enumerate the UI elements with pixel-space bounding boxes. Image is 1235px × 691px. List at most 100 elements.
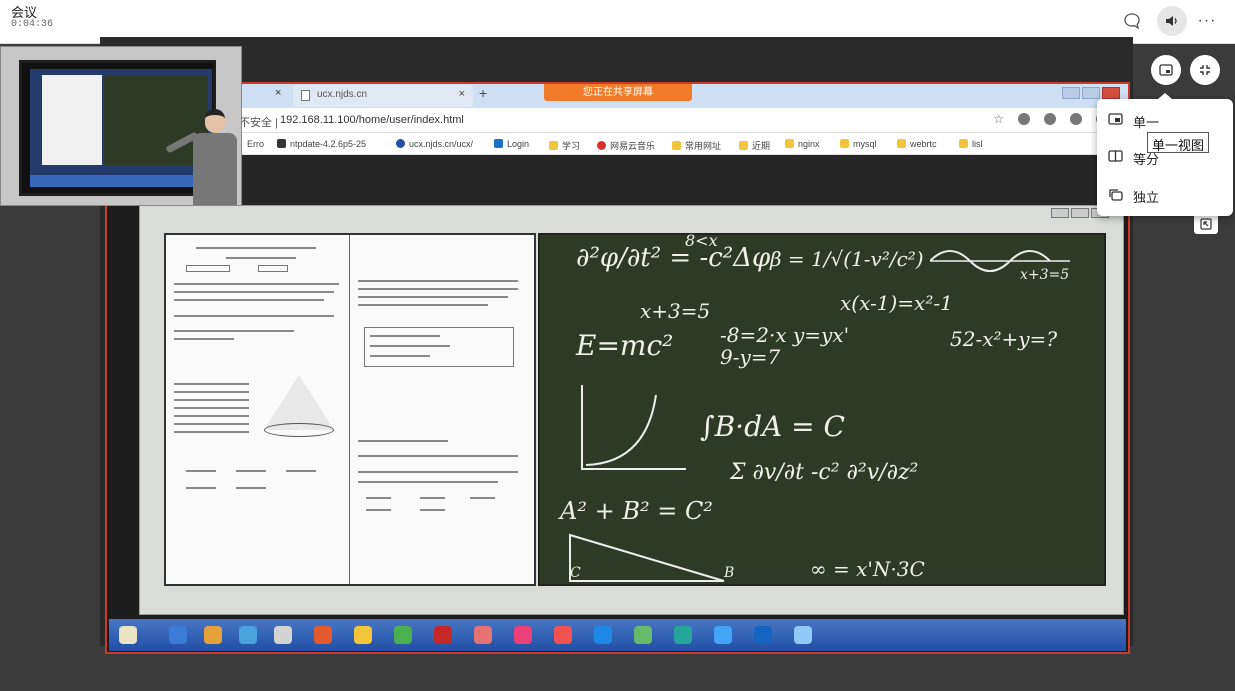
chalk-formula: A² + B² = C² xyxy=(560,497,713,525)
graph-sketch xyxy=(581,385,686,470)
app-icon xyxy=(514,626,532,644)
bookmark-item: ntpdate-4.2.6p5-25 xyxy=(277,139,366,149)
app-icon xyxy=(594,626,612,644)
url-text: 192.168.11.100/home/user/index.html xyxy=(280,114,464,126)
exam-document xyxy=(164,233,536,586)
chalk-formula: 52-x²+y=? xyxy=(950,327,1058,351)
app-icon xyxy=(754,626,772,644)
chalk-formula: 9-y=7 xyxy=(720,345,781,369)
chalk-formula: 8<x xyxy=(685,231,718,250)
browser-extension-icons: ☆ xyxy=(993,113,1108,125)
minimize-icon xyxy=(1062,87,1080,99)
bookmark-item: Login xyxy=(494,139,529,149)
site-icon xyxy=(396,139,405,148)
tab-close-icon: × xyxy=(458,88,465,100)
triangle-sketch xyxy=(569,533,725,582)
new-tab-icon: + xyxy=(479,85,488,101)
bookmark-item: Erro xyxy=(247,139,265,149)
windows-taskbar xyxy=(109,619,1126,651)
security-indicator: 不安全 | xyxy=(239,117,278,129)
folder-icon xyxy=(785,139,794,148)
bookmark-item: lisl xyxy=(959,139,983,149)
start-icon xyxy=(119,626,137,644)
single-view-icon xyxy=(1159,64,1173,76)
chalk-formula: β = 1/√(1-v²/c²) xyxy=(770,247,924,271)
close-icon xyxy=(1102,87,1120,99)
chalk-formula: B xyxy=(724,565,735,581)
folder-icon xyxy=(840,139,849,148)
shared-screen: × ucx.njds.cn × + 您正在共享屏幕 不安全 | 192.168.… xyxy=(105,82,1130,654)
chalk-formula: -8=2·x y=yx' xyxy=(720,323,850,347)
collapse-button[interactable] xyxy=(1190,55,1220,85)
app-icon xyxy=(169,626,187,644)
browser-tab-label: ucx.njds.cn xyxy=(317,89,368,100)
chalk-formula: Σ ∂v/∂t -c² ∂²v/∂z² xyxy=(730,460,919,485)
chalk-formula: ∂²φ/∂t² = -c²Δφ xyxy=(576,243,771,273)
popout-icon xyxy=(1200,218,1212,230)
app-icon xyxy=(274,626,292,644)
layout-option-label: 独立 xyxy=(1133,190,1160,205)
login-icon xyxy=(494,139,503,148)
bookmark-item: 学习 xyxy=(549,139,580,152)
bookmark-item: webrtc xyxy=(897,139,937,149)
single-view-icon xyxy=(1108,113,1123,125)
extension-icon xyxy=(1044,113,1056,125)
app-icon xyxy=(474,626,492,644)
chalk-formula: E=mc² xyxy=(576,329,674,362)
folder-icon xyxy=(739,141,748,150)
layout-option-standalone[interactable]: 独立 xyxy=(1097,177,1233,213)
browser-tab: ucx.njds.cn × xyxy=(293,85,473,107)
audio-button[interactable] xyxy=(1157,6,1187,36)
speaker-icon xyxy=(1166,16,1177,26)
music-icon xyxy=(597,141,606,150)
chalk-formula: x+3=5 xyxy=(640,299,711,323)
layout-button[interactable] xyxy=(1151,55,1181,85)
page-header-dark xyxy=(107,155,1128,205)
app-icon xyxy=(354,626,372,644)
standalone-view-icon xyxy=(1109,189,1123,201)
more-button[interactable]: ··· xyxy=(1192,6,1222,36)
folder-icon xyxy=(672,141,681,150)
app-icon xyxy=(394,626,412,644)
tab-close-icon: × xyxy=(275,87,282,99)
document-column xyxy=(350,235,534,584)
bookmark-item: ucx.njds.cn/ucx/ xyxy=(396,139,473,149)
app-icon xyxy=(204,626,222,644)
popout-button[interactable] xyxy=(1194,214,1218,234)
folder-icon xyxy=(549,141,558,150)
maximize-icon xyxy=(1071,208,1089,218)
chalk-formula: ∫B·dA = C xyxy=(700,410,845,443)
app-icon xyxy=(714,626,732,644)
page-icon xyxy=(301,90,310,101)
folder-icon xyxy=(897,139,906,148)
chat-button[interactable] xyxy=(1117,6,1147,36)
bookmarks-bar: Erro ntpdate-4.2.6p5-25 ucx.njds.cn/ucx/… xyxy=(107,133,1128,155)
app-icon xyxy=(794,626,812,644)
presenter-person xyxy=(165,109,241,205)
lecture-video: ∂²φ/∂t² = -c²Δφ 8<x β = 1/√(1-v²/c²) x+3… xyxy=(139,205,1124,615)
meeting-timer: 0:04:36 xyxy=(11,19,54,30)
document-column xyxy=(166,235,350,584)
chat-icon xyxy=(1124,13,1140,30)
app-icon xyxy=(634,626,652,644)
sharing-banner: 您正在共享屏幕 xyxy=(544,84,692,101)
bookmark-item: 近期 xyxy=(739,139,770,152)
collapse-icon xyxy=(1200,65,1210,75)
folder-icon xyxy=(959,139,968,148)
app-icon xyxy=(239,626,257,644)
extension-icon xyxy=(1018,113,1030,125)
layout-menu: 单一 等分 独立 xyxy=(1097,93,1233,216)
bookmark-item: 常用网址 xyxy=(672,139,721,152)
app-icon xyxy=(434,626,452,644)
browser-tab-strip: × ucx.njds.cn × + 您正在共享屏幕 xyxy=(107,84,1128,108)
star-icon: ☆ xyxy=(993,112,1004,126)
cone-figure xyxy=(264,375,334,430)
minimize-icon xyxy=(1051,208,1069,218)
chalk-formula: ∞ = x'N·3C xyxy=(810,557,925,581)
bookmark-item: mysql xyxy=(840,139,877,149)
app-icon xyxy=(314,626,332,644)
chalkboard: ∂²φ/∂t² = -c²Δφ 8<x β = 1/√(1-v²/c²) x+3… xyxy=(538,231,1106,586)
presenter-video-thumbnail[interactable] xyxy=(0,46,242,206)
presenter-monitor xyxy=(19,60,216,196)
bookmark-item: nginx xyxy=(785,139,820,149)
